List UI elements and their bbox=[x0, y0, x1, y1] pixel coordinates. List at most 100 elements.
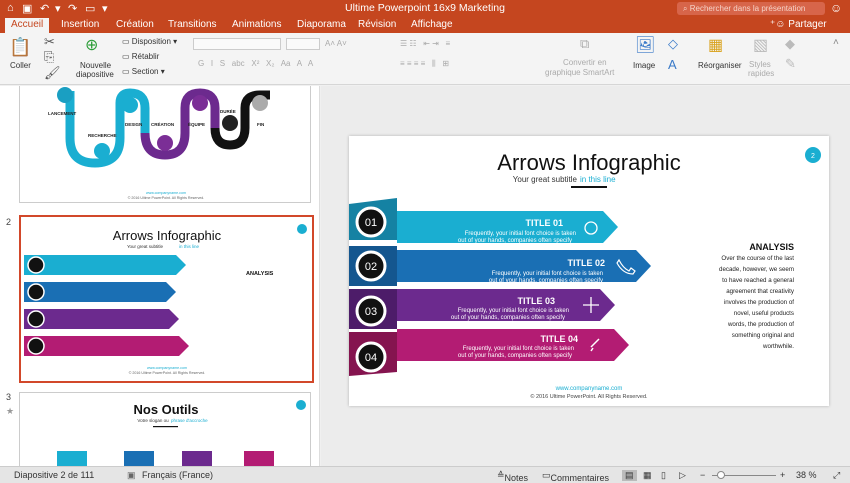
slideshow-view-icon[interactable]: ▷ bbox=[679, 470, 686, 481]
paste-label: Coller bbox=[10, 61, 31, 70]
fill-icon[interactable]: ◆ bbox=[785, 37, 795, 50]
row1-text1: Frequently, your initial font choice is … bbox=[465, 231, 576, 237]
row3-text2: out of your hands, companies often speci… bbox=[451, 315, 565, 321]
layout-button[interactable]: ▭ Disposition ▾ bbox=[122, 37, 177, 46]
slide-subtitle-em: in this line bbox=[580, 175, 616, 184]
label-fin: FIN bbox=[257, 122, 264, 127]
thumb2-footer: © 2016 Ultime PowerPoint. All Rights Res… bbox=[129, 371, 206, 375]
thumb3-title: Nos Outils bbox=[133, 402, 198, 417]
font-size-buttons[interactable]: A˄ A˅ bbox=[325, 39, 347, 48]
analysis-line: something original and bbox=[732, 332, 795, 339]
share-label: Partager bbox=[788, 19, 827, 30]
proofing-icon[interactable]: ▣ bbox=[127, 470, 136, 481]
analysis-line: novel, useful products bbox=[734, 310, 794, 317]
thumb2-graphic: Arrows Infographic Your great subtitle i… bbox=[24, 224, 307, 375]
row2-number: 02 bbox=[365, 261, 377, 273]
comments-label: Commentaires bbox=[550, 473, 610, 483]
styles-label: Styles bbox=[749, 60, 771, 69]
slide-number-2: 2 bbox=[6, 217, 12, 227]
new-slide-icon: ⊕ bbox=[85, 37, 99, 54]
slide-footer: © 2016 Ultime PowerPoint. All Rights Res… bbox=[530, 393, 648, 400]
analysis-line: decade, however, we seem bbox=[719, 266, 794, 273]
fit-to-window-icon[interactable]: ⤢ bbox=[833, 470, 840, 481]
styles-label-2: rapides bbox=[748, 69, 775, 78]
row2-title: TITLE 02 bbox=[567, 258, 605, 268]
row3-text1: Frequently, your initial font choice is … bbox=[458, 308, 569, 314]
search-input[interactable]: ⌕ Rechercher dans la présentation bbox=[677, 2, 825, 15]
row2-text1: Frequently, your initial font choice is … bbox=[492, 271, 603, 277]
language-label[interactable]: Français (France) bbox=[142, 470, 213, 480]
ribbon-toolbar: 📋 Coller ✂ ⎘ 🖌 ⊕ Nouvelle diapositive ▭ … bbox=[0, 33, 850, 85]
slide-counter: Diapositive 2 de 111 bbox=[14, 470, 95, 480]
text-format-buttons[interactable]: G I S abc X² X₂ Aa A A bbox=[198, 59, 313, 68]
slide-thumbnail-2[interactable]: Arrows Infographic Your great subtitle i… bbox=[19, 215, 314, 383]
outline-icon[interactable]: ✎ bbox=[785, 57, 796, 70]
tab-diaporama[interactable]: Diaporama bbox=[297, 19, 346, 30]
thumb3-subtitle: Votre slogan ou bbox=[137, 418, 169, 423]
comments-button[interactable]: ▭ Commentaires bbox=[542, 470, 609, 483]
slide-title: Arrows Infographic bbox=[497, 150, 680, 175]
feedback-smiley-icon[interactable]: ☺ bbox=[830, 1, 842, 15]
cut-icon[interactable]: ✂ bbox=[44, 35, 55, 48]
analysis-line: Over the course of the last bbox=[721, 255, 794, 262]
tab-revision[interactable]: Révision bbox=[358, 19, 396, 30]
reset-button[interactable]: ▭ Rétablir bbox=[122, 52, 159, 61]
title-bar: ⌂ ▣ ↶ ▾ ↷ ▭ ▾ Ultime Powerpoint 16x9 Mar… bbox=[0, 0, 850, 17]
notes-button[interactable]: ≙ Notes bbox=[497, 470, 528, 483]
thumb2-analysis: ANALYSIS bbox=[246, 271, 274, 277]
thumb1-footer: © 2016 Ultime PowerPoint. All Rights Res… bbox=[128, 196, 205, 200]
zoom-slider-thumb[interactable] bbox=[717, 471, 725, 479]
ribbon-tabs: Accueil Insertion Création Transitions A… bbox=[0, 17, 850, 33]
slide-thumbnail-1[interactable]: LANCEMENT RECHERCHE DESIGN CRÉATION ÉQUI… bbox=[19, 86, 311, 203]
sorter-view-icon[interactable]: ▦ bbox=[643, 470, 652, 481]
label-recherche: RECHERCHE bbox=[88, 133, 117, 138]
slide-number-3: 3 bbox=[6, 392, 12, 402]
quick-styles-icon: ▧ bbox=[753, 37, 769, 54]
smartart-label-2: graphique SmartArt bbox=[545, 68, 615, 77]
analysis-line: worthwhile. bbox=[762, 343, 794, 350]
tab-insertion[interactable]: Insertion bbox=[61, 19, 99, 30]
share-button[interactable]: ⁺☺ Partager bbox=[770, 19, 827, 30]
reading-view-icon[interactable]: ▯ bbox=[661, 470, 666, 481]
slide-thumbnail-3[interactable]: Nos Outils Votre slogan ou phrase d'accr… bbox=[19, 392, 311, 466]
label-duree: DURÉE bbox=[220, 107, 236, 114]
tab-animations[interactable]: Animations bbox=[232, 19, 281, 30]
tab-affichage[interactable]: Affichage bbox=[411, 19, 453, 30]
list-buttons[interactable]: ☰ ☷ ⇤ ⇥ ≡ bbox=[400, 39, 450, 48]
row3-number: 03 bbox=[365, 306, 377, 318]
row1-title: TITLE 01 bbox=[525, 218, 563, 228]
clipboard-icon: 📋 bbox=[9, 37, 32, 57]
slide-canvas[interactable]: Arrows Infographic Your great subtitle i… bbox=[349, 136, 829, 406]
analysis-line: words, the production of bbox=[727, 321, 794, 328]
image-icon: 🖼 bbox=[635, 37, 656, 54]
tab-accueil[interactable]: Accueil bbox=[5, 18, 50, 33]
thumb2-footer-url: www.companyname.com bbox=[147, 366, 187, 370]
label-design: DESIGN bbox=[125, 122, 142, 127]
thumb2-subtitle: Your great subtitle bbox=[127, 244, 164, 249]
font-name-field[interactable] bbox=[193, 38, 281, 50]
analysis-line: to have reached a general bbox=[722, 277, 794, 284]
slide-subtitle: Your great subtitle bbox=[513, 175, 578, 184]
zoom-out-button[interactable]: − bbox=[700, 470, 705, 480]
slide-editor[interactable]: Arrows Infographic Your great subtitle i… bbox=[321, 86, 850, 466]
slide-thumbnails-pane[interactable]: LANCEMENT RECHERCHE DESIGN CRÉATION ÉQUI… bbox=[0, 86, 320, 466]
textbox-icon[interactable]: A bbox=[668, 58, 677, 71]
copy-icon[interactable]: ⎘ bbox=[44, 50, 54, 63]
zoom-level[interactable]: 38 % bbox=[796, 470, 817, 480]
tab-transitions[interactable]: Transitions bbox=[168, 19, 217, 30]
arrange-label: Réorganiser bbox=[698, 61, 742, 70]
align-buttons[interactable]: ≡ ≡ ≡ ≡ ⫼ ⊞ bbox=[400, 59, 449, 69]
zoom-in-button[interactable]: + bbox=[780, 470, 785, 480]
thumb2-subtitle-em: in this line bbox=[179, 244, 200, 249]
format-painter-icon[interactable]: 🖌 bbox=[44, 66, 61, 79]
smartart-icon: ⧉ bbox=[580, 36, 590, 51]
new-slide-label-2: diapositive bbox=[76, 70, 114, 79]
thumb3-graphic: Nos Outils Votre slogan ou phrase d'accr… bbox=[57, 400, 306, 466]
smartart-label: Convertir en bbox=[563, 58, 607, 67]
font-size-field[interactable] bbox=[286, 38, 320, 50]
shapes-icon[interactable]: ◇ bbox=[668, 37, 678, 50]
section-button[interactable]: ▭ Section ▾ bbox=[122, 67, 165, 76]
collapse-ribbon-icon[interactable]: ˄ bbox=[833, 38, 839, 48]
normal-view-icon[interactable]: ▤ bbox=[622, 470, 637, 481]
tab-creation[interactable]: Création bbox=[116, 19, 154, 30]
